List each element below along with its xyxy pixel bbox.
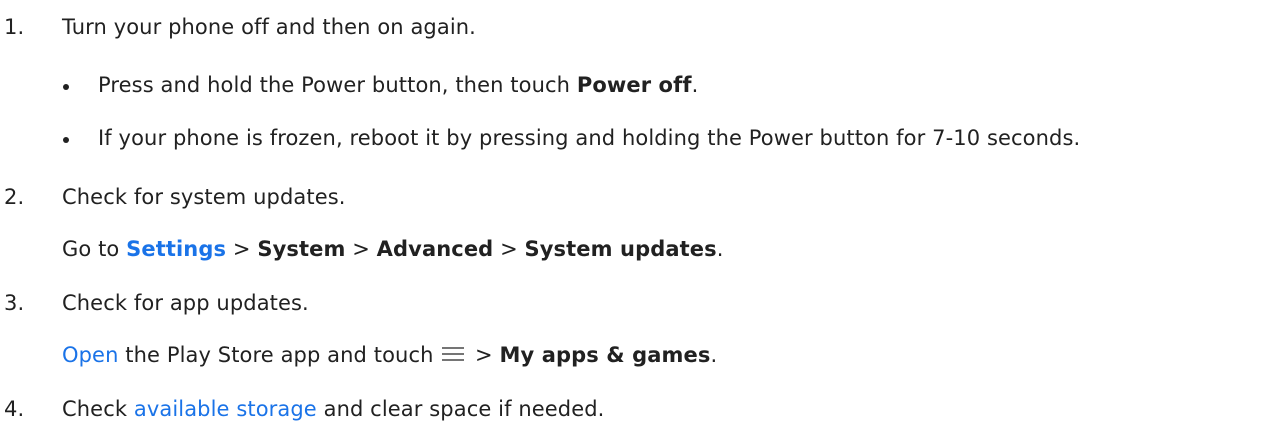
play-store-text: the Play Store app and touch <box>118 343 441 367</box>
open-link[interactable]: Open <box>62 343 119 367</box>
step-3: 3. Check for app updates. <box>0 290 1280 316</box>
step-4-text: Check available storage and clear space … <box>62 396 604 422</box>
power-off-label: Power off <box>576 73 692 97</box>
step-4-number: 4. <box>4 397 25 421</box>
step-1-number: 1. <box>4 15 25 39</box>
step-1-text: Turn your phone off and then on again. <box>62 15 476 39</box>
separator: > <box>468 343 500 367</box>
bullet-dot <box>63 137 69 143</box>
step-2-number: 2. <box>4 185 25 209</box>
detail-end: . <box>710 343 718 367</box>
bullet-1-end: . <box>691 73 699 97</box>
step-3-number: 3. <box>4 291 25 315</box>
separator: > <box>493 237 525 261</box>
my-apps-games-label: My apps & games <box>499 343 711 367</box>
step-3-detail: Open the Play Store app and touch > My a… <box>62 342 717 368</box>
advanced-label: Advanced <box>376 237 494 261</box>
system-updates-label: System updates <box>524 237 717 261</box>
detail-end: . <box>716 237 724 261</box>
step-2-text: Check for system updates. <box>62 185 346 209</box>
menu-icon <box>442 346 465 362</box>
separator: > <box>226 237 258 261</box>
settings-link[interactable]: Settings <box>126 237 226 261</box>
step-1-bullet-2: If your phone is frozen, reboot it by pr… <box>98 126 1081 150</box>
check-text: Check <box>62 397 134 421</box>
available-storage-link[interactable]: available storage <box>134 397 317 421</box>
step-3-text: Check for app updates. <box>62 291 309 315</box>
separator: > <box>345 237 377 261</box>
step-2-detail: Go to Settings > System > Advanced > Sys… <box>62 236 723 262</box>
system-label: System <box>257 237 346 261</box>
step-2: 2. Check for system updates. <box>0 184 1280 210</box>
clear-space-text: and clear space if needed. <box>316 397 605 421</box>
go-to-text: Go to <box>62 237 127 261</box>
bullet-dot <box>63 84 69 90</box>
step-1: 1. Turn your phone off and then on again… <box>0 14 1280 40</box>
step-4: 4. Check available storage and clear spa… <box>0 396 1280 422</box>
step-1-bullet-1: Press and hold the Power button, then to… <box>98 72 698 98</box>
bullet-1-text: Press and hold the Power button, then to… <box>98 73 577 97</box>
